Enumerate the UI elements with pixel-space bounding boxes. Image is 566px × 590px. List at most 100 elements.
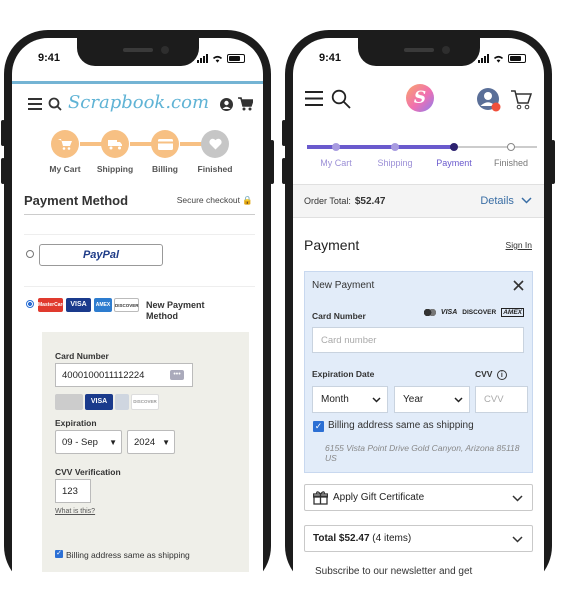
expiration-year-select[interactable]: 2024 ▼ (127, 430, 175, 454)
amex-logo: AMEX (501, 308, 524, 317)
signal-icon (478, 54, 489, 63)
account-icon[interactable] (220, 98, 233, 111)
gift-certificate-accordion[interactable]: Apply Gift Certificate (304, 484, 533, 511)
site-header: S (293, 78, 544, 122)
amex-logo: AMEX (94, 298, 112, 312)
expiration-year-select[interactable]: Year (394, 386, 470, 413)
chevron-down-icon (454, 396, 463, 403)
billing-same-label: Billing address same as shipping (328, 420, 474, 431)
heart-icon (201, 130, 229, 158)
order-total-accordion[interactable]: Total $52.47 (4 items) (304, 525, 533, 552)
card-form-panel: Card Number 4000100011112224 ••• VISA DI… (42, 332, 249, 572)
account-icon[interactable] (476, 87, 502, 113)
discover-logo: DISCOVER (131, 394, 159, 410)
cart-icon[interactable] (238, 97, 253, 111)
notch (357, 38, 480, 66)
credit-card-icon (151, 130, 179, 158)
expiration-month-select[interactable]: 09 - Sep ▼ (55, 430, 122, 454)
discover-logo: DISCOVER (114, 298, 139, 312)
visa-logo: VISA (85, 394, 113, 410)
battery-icon (227, 54, 245, 63)
chevron-down-icon: ▼ (109, 437, 117, 447)
step-finished: Finished (190, 130, 240, 174)
right-phone-frame: 9:41 S My Cart Shipping Payment Finished… (282, 30, 555, 590)
billing-same-label: Billing address same as shipping (66, 550, 190, 560)
new-payment-method-label: New Payment Method (146, 300, 205, 321)
card-number-label: Card Number (55, 351, 109, 361)
billing-same-checkbox[interactable]: ✓ (313, 421, 324, 432)
menu-icon[interactable] (305, 91, 323, 106)
divider (24, 286, 255, 287)
paypal-button[interactable]: PayPal (39, 244, 163, 266)
chevron-down-icon (372, 396, 381, 403)
chevron-down-icon (512, 495, 523, 502)
progress-label-finished: Finished (493, 158, 529, 168)
volume-up-button (1, 120, 5, 146)
signal-icon (197, 54, 208, 63)
truck-icon (101, 130, 129, 158)
paypal-radio[interactable] (26, 250, 34, 258)
progress-label-my-cart[interactable]: My Cart (320, 158, 352, 168)
volume-up-button (282, 120, 286, 146)
cvv-label: CVV i (475, 369, 507, 380)
step-billing: Billing (140, 130, 190, 174)
left-screen: 9:41 Scrapbook.com My Cart Shipping Bill… (12, 38, 263, 590)
new-payment-radio[interactable] (26, 300, 34, 308)
step-my-cart: My Cart (40, 130, 90, 174)
progress-label-payment: Payment (436, 158, 472, 168)
total-label: Total $52.47 (313, 533, 370, 544)
lock-icon: 🔒 (242, 195, 253, 205)
divider (24, 214, 255, 215)
gift-icon (313, 491, 328, 505)
volume-down-button (1, 158, 5, 184)
mastercard-logo: MasterCard (38, 298, 66, 312)
details-toggle[interactable]: Details (480, 195, 532, 207)
search-icon[interactable] (331, 89, 351, 109)
card-number-input[interactable]: Card number (312, 327, 524, 353)
chevron-down-icon: ▼ (162, 437, 170, 447)
card-brand-logos: VISA DISCOVER AMEX (423, 308, 524, 317)
card-number-input[interactable]: 4000100011112224 ••• (55, 363, 193, 387)
brand-logo[interactable]: S (406, 84, 434, 112)
cvv-input[interactable]: CVV (475, 386, 528, 413)
chevron-down-icon (512, 536, 523, 543)
sign-in-link[interactable]: Sign In (506, 240, 532, 250)
shipping-address: 6155 Vista Point Drive Gold Canyon, Ariz… (325, 443, 520, 463)
expiration-label: Expiration Date (312, 369, 375, 379)
close-icon[interactable] (513, 280, 524, 291)
autofill-icon[interactable]: ••• (170, 370, 184, 380)
payment-heading: Payment (304, 237, 360, 253)
expiration-label: Expiration (55, 418, 97, 428)
site-header: Scrapbook.com (22, 90, 255, 120)
card-number-label: Card Number (312, 311, 366, 321)
wifi-icon (212, 55, 223, 63)
order-total-bar: Order Total: $52.47 Details (293, 184, 544, 218)
discover-logo: DISCOVER (462, 309, 497, 316)
payment-method-title: Payment Method (24, 193, 129, 208)
billing-same-checkbox[interactable]: ✓ (55, 550, 63, 558)
cart-icon (51, 130, 79, 158)
info-icon[interactable]: i (496, 370, 507, 380)
cart-icon[interactable] (510, 88, 532, 110)
cvv-input[interactable]: 123 (55, 479, 91, 503)
what-is-this-link[interactable]: What is this? (55, 508, 95, 515)
progress-label-shipping[interactable]: Shipping (377, 158, 412, 168)
visa-logo: VISA (440, 309, 458, 316)
expiration-month-select[interactable]: Month (312, 386, 388, 413)
card-generic-icon (55, 394, 83, 410)
notch (76, 38, 199, 66)
power-button (551, 140, 555, 184)
order-total-label: Order Total: (304, 196, 351, 206)
wifi-icon (493, 55, 504, 63)
progress-dot (332, 143, 340, 151)
chevron-down-icon (521, 197, 532, 204)
secure-checkout-label: Secure checkout 🔒 (176, 195, 253, 205)
new-payment-title: New Payment (312, 280, 375, 291)
checkout-steps: My Cart Shipping Billing Finished (40, 130, 232, 180)
progress-dot-current (450, 143, 458, 151)
battery-icon (508, 54, 526, 63)
header-accent-line (12, 81, 263, 84)
right-screen: 9:41 S My Cart Shipping Payment Finished… (293, 38, 544, 590)
newsletter-text: Subscribe to our newsletter and get (315, 566, 473, 577)
amex-logo (115, 394, 129, 410)
